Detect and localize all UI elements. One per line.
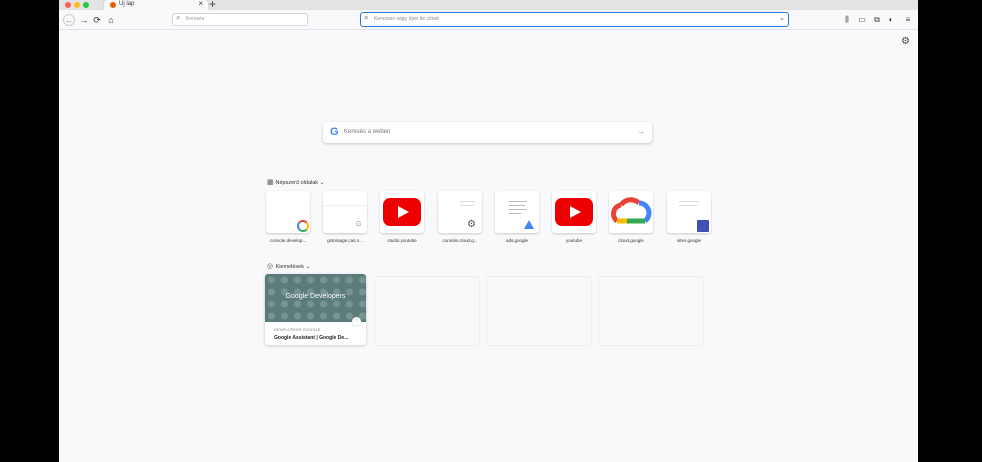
google-sites-icon	[697, 220, 709, 232]
top-site-tile[interactable]: G gstoraage.cas.n...	[323, 191, 367, 243]
search-icon: ⌕	[364, 13, 369, 22]
top-site-label: gstoraage.cas.n...	[327, 238, 363, 243]
top-site-thumbnail: G	[323, 191, 367, 233]
highlight-card[interactable]: Google Developers ◌ DEVELOPERS.GOOGLE Go…	[265, 274, 366, 345]
google-icon: G	[330, 126, 339, 138]
cloud-console-icon	[297, 220, 309, 232]
top-site-label: cloud.google	[618, 238, 644, 243]
text-line	[679, 205, 697, 206]
empty-highlight-slot	[598, 276, 704, 346]
text-line	[509, 201, 527, 202]
highlights-heading[interactable]: ◎ Kiemelések ⌄	[267, 262, 310, 270]
top-site-label: studio.youtube	[387, 238, 417, 243]
firefox-icon	[110, 2, 116, 8]
forward-button[interactable]: →	[78, 14, 90, 26]
top-site-thumbnail: ⚙	[438, 191, 482, 233]
library-icon[interactable]: ⫼	[842, 15, 852, 25]
google-icon: G	[356, 221, 362, 228]
highlights-heading-label: Kiemelések	[275, 264, 304, 270]
top-site-label: console.develop...	[269, 238, 307, 243]
google-search-placeholder: Keresés a weben	[344, 129, 391, 135]
empty-highlight-slot	[486, 276, 592, 346]
gear-icon[interactable]: ⚙	[901, 36, 910, 47]
highlight-card-source: DEVELOPERS.GOOGLE	[274, 328, 321, 332]
search-bar[interactable]: ⌕ Keresés	[172, 13, 308, 26]
top-site-thumbnail	[380, 191, 424, 233]
website-icon: ◌	[352, 317, 361, 326]
top-site-tile[interactable]: sites.google	[667, 191, 711, 243]
top-site-tile[interactable]: ⚙ console.cloud.g...	[438, 191, 482, 243]
top-site-thumbnail	[552, 191, 596, 233]
top-site-label: ads.google	[505, 238, 529, 243]
youtube-icon	[555, 198, 593, 226]
top-site-thumbnail	[266, 191, 310, 233]
youtube-icon	[383, 198, 421, 226]
chevron-down-icon[interactable]: ⌄	[779, 14, 785, 22]
text-line	[460, 201, 476, 202]
top-site-tile[interactable]: studio.youtube	[380, 191, 424, 243]
browser-window: Új lap × + ← → ⟳ ⌂ ⌕ Keresés ⌕ Keressen …	[59, 0, 918, 462]
top-site-thumbnail	[495, 191, 539, 233]
arrow-right-icon[interactable]: →	[637, 127, 645, 136]
tab-bar: Új lap × +	[59, 0, 918, 11]
close-window-button[interactable]	[65, 2, 71, 8]
highlight-card-image: Google Developers	[265, 274, 366, 322]
top-site-label: sites.google	[676, 238, 702, 243]
highlight-card-title: Google Assistant | Google De...	[274, 335, 349, 341]
top-site-tile[interactable]: youtube	[552, 191, 596, 243]
account-icon[interactable]: ◐	[886, 15, 896, 25]
chevron-down-icon: ⌄	[319, 180, 325, 186]
tab-new-tab[interactable]: Új lap ×	[104, 0, 208, 10]
text-line	[509, 213, 521, 214]
extension-icon[interactable]: ⧉	[872, 15, 882, 25]
settings-icon: ⚙	[467, 219, 476, 230]
top-site-label: youtube	[565, 238, 582, 243]
close-tab-icon[interactable]: ×	[198, 0, 203, 8]
search-icon: ⌕	[176, 13, 181, 22]
sidebar-icon[interactable]: ▭	[857, 15, 867, 25]
tab-title: Új lap	[119, 1, 135, 7]
top-site-thumbnail	[609, 191, 653, 233]
google-cloud-icon	[611, 197, 652, 224]
minimize-window-button[interactable]	[74, 2, 80, 8]
back-button[interactable]: ←	[63, 14, 75, 26]
top-site-thumbnail	[667, 191, 711, 233]
text-line	[509, 205, 525, 206]
google-ads-icon	[524, 220, 534, 229]
top-site-tile[interactable]: cloud.google	[609, 191, 653, 243]
reload-button[interactable]: ⟳	[91, 14, 103, 26]
url-bar[interactable]: ⌕ Keressen vagy írjon be címet ⌄	[360, 12, 789, 27]
top-site-label: console.cloud.g...	[442, 238, 478, 243]
empty-highlight-slot	[374, 276, 480, 346]
zoom-window-button[interactable]	[83, 2, 89, 8]
text-line	[460, 205, 474, 206]
home-button[interactable]: ⌂	[105, 14, 117, 26]
highlights-icon: ◎	[267, 263, 274, 270]
top-sites-heading[interactable]: ▦ Népszerű oldalak ⌄	[267, 178, 324, 186]
top-site-tile[interactable]: ads.google	[495, 191, 539, 243]
chevron-down-icon: ⌄	[305, 264, 311, 270]
search-placeholder: Keresés	[186, 16, 205, 22]
google-search-box[interactable]: G Keresés a weben →	[323, 122, 652, 143]
text-line	[679, 201, 699, 202]
top-sites-heading-label: Népszerű oldalak	[275, 180, 319, 186]
highlight-card-image-text: Google Developers	[285, 293, 346, 300]
menu-icon[interactable]: ≡	[903, 15, 913, 25]
url-placeholder: Keressen vagy írjon be címet	[374, 16, 439, 22]
grid-icon: ▦	[267, 179, 274, 186]
text-line	[509, 209, 527, 210]
navigation-toolbar: ← → ⟳ ⌂ ⌕ Keresés ⌕ Keressen vagy írjon …	[59, 10, 918, 30]
top-site-tile[interactable]: console.develop...	[266, 191, 310, 243]
page-preview-header	[323, 191, 367, 206]
